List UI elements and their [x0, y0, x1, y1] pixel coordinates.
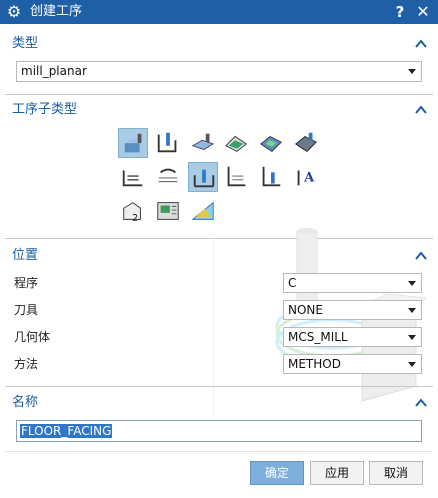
planar-mill-icon[interactable]	[291, 128, 321, 158]
face-milling-icon[interactable]	[188, 128, 218, 158]
tool-label: 刀具	[14, 303, 39, 317]
program-value: C	[288, 276, 297, 290]
position-section-header[interactable]: 位置	[0, 245, 438, 267]
name-section-label: 名称	[12, 395, 39, 410]
program-dropdown[interactable]: C	[283, 273, 422, 293]
collapse-chevron-icon[interactable]	[414, 102, 428, 118]
collapse-chevron-icon[interactable]	[414, 36, 428, 52]
mill-user-icon[interactable]	[153, 196, 183, 226]
chevron-down-icon	[408, 308, 416, 313]
geometry-value: MCS_MILL	[288, 330, 348, 344]
face-milling-area-icon[interactable]	[256, 128, 286, 158]
program-label: 程序	[14, 276, 39, 290]
chevron-down-icon	[408, 335, 416, 340]
method-dropdown[interactable]: METHOD	[283, 354, 422, 374]
type-section-label: 类型	[12, 36, 39, 51]
collapse-chevron-icon[interactable]	[414, 395, 428, 411]
slot-milling-icon[interactable]	[188, 196, 218, 226]
window-title: 创建工序	[30, 4, 83, 19]
tool-dropdown[interactable]: NONE	[283, 300, 422, 320]
operation-name-input[interactable]: FLOOR_FACING	[16, 420, 422, 442]
close-button[interactable]: ✕	[414, 2, 432, 22]
subtype-section-label: 工序子类型	[12, 102, 78, 117]
chevron-down-icon	[408, 362, 416, 367]
floor-wall-ipw-icon[interactable]	[153, 128, 183, 158]
type-section-header[interactable]: 类型	[0, 33, 438, 55]
mill-control-icon[interactable]: 2	[118, 196, 148, 226]
apply-button[interactable]: 应用	[310, 461, 364, 485]
geometry-label: 几何体	[14, 330, 51, 344]
title-bar: ⚙ 创建工序 ? ✕	[0, 0, 438, 24]
name-section-header[interactable]: 名称	[0, 392, 438, 414]
type-dropdown-value: mill_planar	[21, 64, 87, 78]
svg-text:2: 2	[132, 213, 138, 224]
subtype-section-header[interactable]: 工序子类型	[0, 99, 438, 121]
divider	[5, 94, 433, 95]
clean-up-corners-icon[interactable]	[153, 162, 183, 192]
chevron-down-icon	[408, 69, 416, 74]
chevron-down-icon	[408, 281, 416, 286]
floor-wall-icon[interactable]	[118, 128, 148, 158]
floor-facing-icon[interactable]	[188, 162, 218, 192]
finish-floor-icon[interactable]	[256, 162, 286, 192]
divider	[5, 451, 433, 452]
ok-button[interactable]: 确定	[250, 461, 304, 485]
planar-text-icon[interactable]: A	[291, 162, 321, 192]
type-dropdown[interactable]: mill_planar	[16, 61, 422, 82]
planar-profile-icon[interactable]	[118, 162, 148, 192]
tool-value: NONE	[288, 303, 323, 317]
geometry-dropdown[interactable]: MCS_MILL	[283, 327, 422, 347]
divider	[5, 386, 433, 387]
face-milling-manual-icon[interactable]	[221, 128, 251, 158]
cancel-button[interactable]: 取消	[369, 461, 423, 485]
gear-icon[interactable]: ⚙	[5, 3, 23, 21]
collapse-chevron-icon[interactable]	[414, 248, 428, 264]
position-section-label: 位置	[12, 248, 39, 263]
finish-walls-icon[interactable]	[221, 162, 251, 192]
help-button[interactable]: ?	[392, 2, 408, 22]
operation-name-value: FLOOR_FACING	[20, 424, 113, 438]
svg-text:A: A	[303, 171, 315, 186]
method-value: METHOD	[288, 357, 341, 371]
method-label: 方法	[14, 357, 39, 371]
